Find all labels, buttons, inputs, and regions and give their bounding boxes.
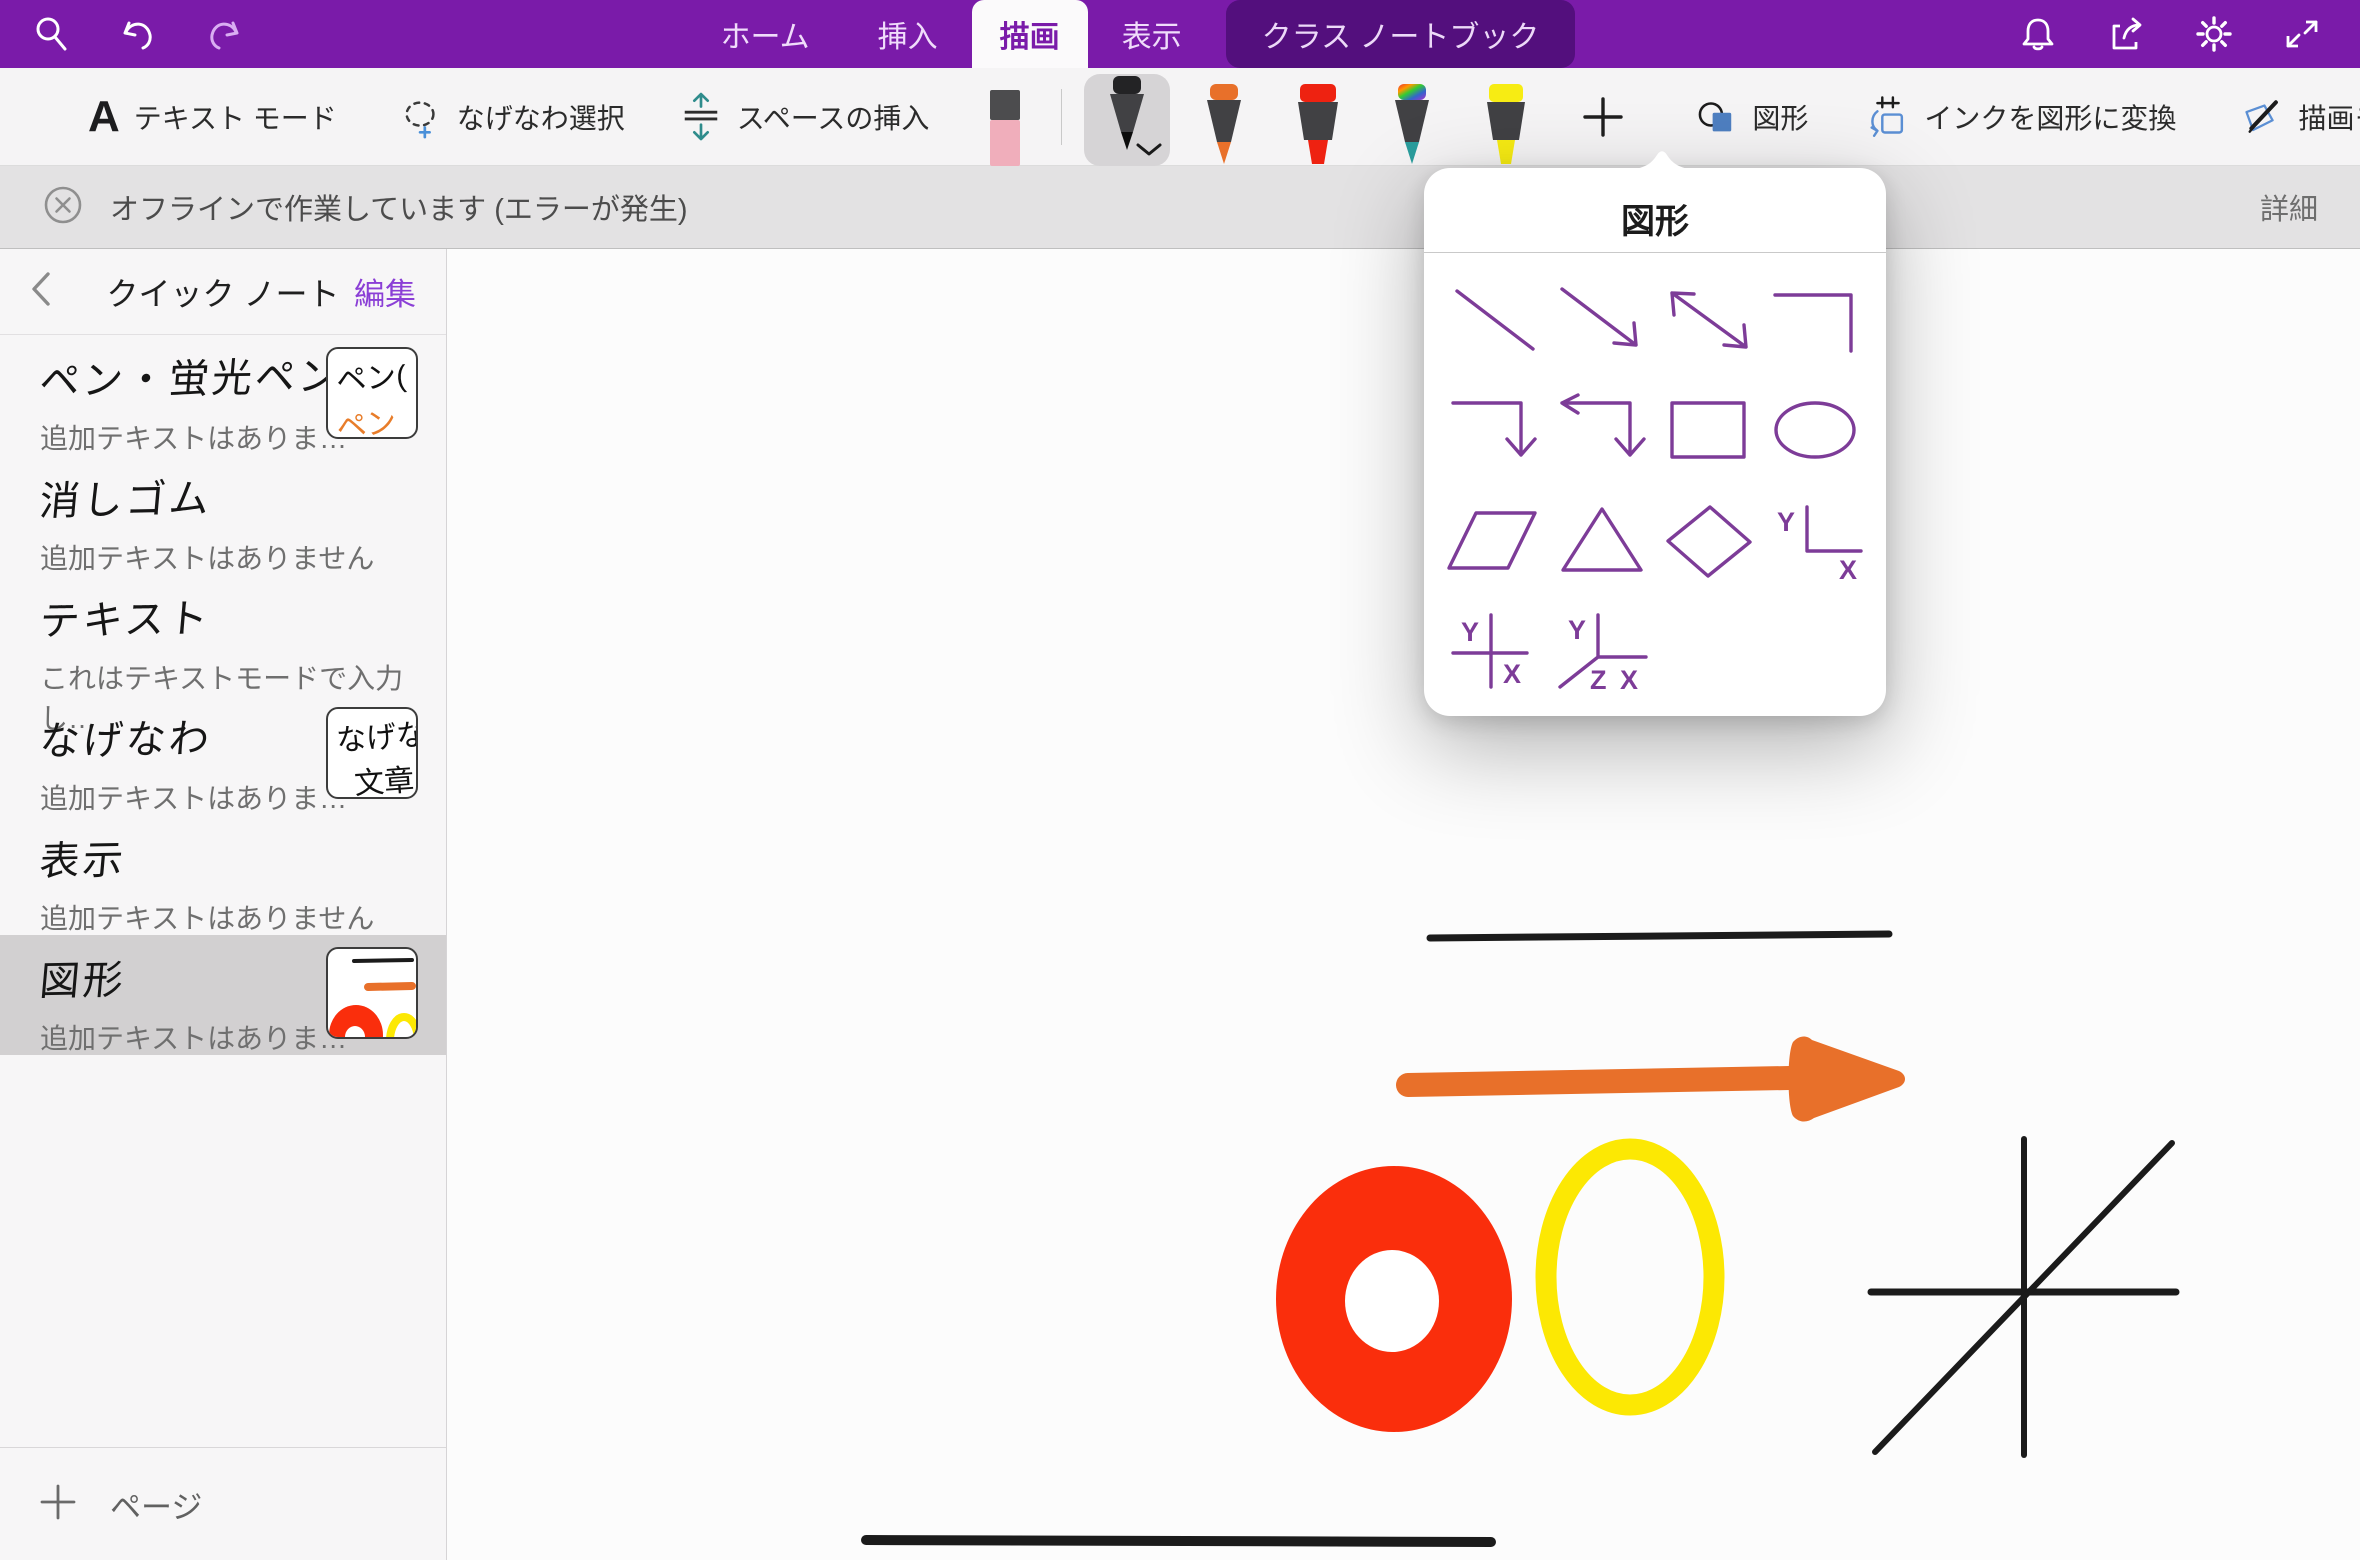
- shapes-label: 図形: [1752, 97, 1808, 137]
- page-thumbnail: ペン( ペン: [326, 347, 418, 439]
- tab-home[interactable]: ホーム: [687, 0, 844, 68]
- svg-text:Y: Y: [1461, 617, 1479, 647]
- insert-space-label: スペースの挿入: [737, 97, 930, 137]
- notifications-bell-icon[interactable]: [2016, 12, 2060, 56]
- text-mode-a-icon: A: [88, 95, 120, 139]
- shape-arrow-double-diagonal[interactable]: [1655, 266, 1762, 376]
- offline-details-button[interactable]: 詳細: [2260, 186, 2318, 228]
- add-pen-button[interactable]: [1580, 94, 1626, 140]
- lasso-label: なげなわ選択: [457, 97, 625, 137]
- offline-message: オフラインで作業しています (エラーが発生): [110, 186, 688, 228]
- shape-corner-left-down-arrow[interactable]: [1549, 376, 1656, 486]
- rainbow-pen-tool[interactable]: [1388, 80, 1436, 166]
- page-thumbnail: なげな 文章を: [326, 707, 418, 799]
- shape-axes-yx-corner[interactable]: YX: [1762, 486, 1869, 596]
- shapes-popup: 図形: [1424, 168, 1886, 716]
- page-item-view[interactable]: 表示 追加テキストはありません: [0, 815, 446, 935]
- shape-arrow-diagonal[interactable]: [1549, 266, 1656, 376]
- page-item-eraser[interactable]: 消しゴム 追加テキストはありません: [0, 455, 446, 575]
- shape-corner-down-arrow[interactable]: [1442, 376, 1549, 486]
- ink-strokes: [447, 249, 2360, 1561]
- popup-title: 図形: [1424, 168, 1886, 243]
- svg-text:X: X: [1839, 555, 1857, 581]
- shape-grid: YX YX YZX: [1442, 266, 1868, 706]
- ink-black-line-top: [1430, 934, 1889, 938]
- ink-orange-arrow: [1408, 1036, 1905, 1121]
- insert-space-button[interactable]: スペースの挿入: [679, 95, 930, 139]
- page-list-sidebar: クイック ノート 編集 ペン・蛍光ペン 追加テキストはありま… ペン( ペン 消…: [0, 249, 447, 1560]
- shape-corner-right-down[interactable]: [1762, 266, 1869, 376]
- ink-crossed-axes: [1871, 1139, 2176, 1455]
- pen-divider: [1061, 89, 1062, 145]
- orange-pen-tool[interactable]: [1200, 80, 1248, 166]
- page-item-pen[interactable]: ペン・蛍光ペン 追加テキストはありま… ペン( ペン: [0, 335, 446, 455]
- page-thumbnail: [326, 947, 418, 1039]
- tab-class-notebook[interactable]: クラス ノートブック: [1226, 0, 1576, 68]
- add-page-button[interactable]: ページ: [0, 1447, 446, 1560]
- add-page-label: ページ: [110, 1482, 202, 1527]
- fullscreen-expand-icon[interactable]: [2280, 12, 2324, 56]
- plus-icon: [40, 1484, 76, 1525]
- page-item-lasso[interactable]: なげなわ 追加テキストはありま… なげな 文章を: [0, 695, 446, 815]
- page-list: ペン・蛍光ペン 追加テキストはありま… ペン( ペン 消しゴム 追加テキストはあ…: [0, 335, 446, 1447]
- top-app-bar: ホーム 挿入 描画 表示 クラス ノートブック: [0, 0, 2360, 68]
- popup-callout-notch: [1630, 147, 1694, 169]
- ink-to-shape-icon: [1866, 95, 1910, 139]
- lasso-select-button[interactable]: なげなわ選択: [399, 95, 625, 139]
- text-mode-label: テキスト モード: [134, 97, 337, 137]
- tab-view[interactable]: 表示: [1088, 0, 1216, 68]
- shape-ellipse[interactable]: [1762, 376, 1869, 486]
- shape-triangle[interactable]: [1549, 486, 1656, 596]
- ink-black-line-bottom: [866, 1540, 1491, 1542]
- draw-mode-button[interactable]: 描画モード: [2240, 95, 2360, 139]
- draw-mode-icon: [2240, 95, 2284, 139]
- lasso-icon: [399, 95, 443, 139]
- shape-diamond[interactable]: [1655, 486, 1762, 596]
- shape-axes-xy-cross[interactable]: YX: [1442, 596, 1549, 706]
- shapes-icon: [1694, 95, 1738, 139]
- svg-text:X: X: [1620, 665, 1638, 691]
- draw-mode-label: 描画モード: [2298, 97, 2360, 137]
- shape-parallelogram[interactable]: [1442, 486, 1549, 596]
- black-pen-tool-selected[interactable]: [1084, 74, 1170, 166]
- draw-ribbon: A テキスト モード なげなわ選択 スペースの挿入: [0, 68, 2360, 166]
- share-icon[interactable]: [2104, 12, 2148, 56]
- shape-rectangle[interactable]: [1655, 376, 1762, 486]
- eraser-tool[interactable]: [985, 84, 1025, 166]
- popup-divider: [1424, 252, 1886, 253]
- svg-text:Z: Z: [1590, 665, 1607, 691]
- shape-line-diagonal[interactable]: [1442, 266, 1549, 376]
- tab-draw[interactable]: 描画: [972, 0, 1088, 68]
- shapes-button[interactable]: 図形: [1694, 95, 1808, 139]
- svg-text:Y: Y: [1568, 615, 1586, 645]
- redo-icon[interactable]: [202, 12, 246, 56]
- page-item-text[interactable]: テキスト これはテキストモードで入力し…: [0, 575, 446, 695]
- yellow-highlighter-tool[interactable]: [1480, 80, 1532, 166]
- tab-insert[interactable]: 挿入: [844, 0, 972, 68]
- text-mode-button[interactable]: A テキスト モード: [88, 95, 337, 139]
- page-item-shapes-selected[interactable]: 図形 追加テキストはありま…: [0, 935, 446, 1055]
- search-icon[interactable]: [30, 12, 74, 56]
- undo-icon[interactable]: [116, 12, 160, 56]
- pen-options-chevron-down-icon[interactable]: [1136, 143, 1162, 162]
- offline-banner: オフラインで作業しています (エラーが発生) 詳細: [0, 166, 2360, 249]
- shape-axes-xyz-3d[interactable]: YZX: [1549, 596, 1656, 706]
- drawing-canvas[interactable]: [447, 249, 2360, 1560]
- red-marker-tool[interactable]: [1292, 80, 1344, 166]
- ink-to-shape-button[interactable]: インクを図形に変換: [1866, 95, 2176, 139]
- pen-tray: [929, 68, 1626, 166]
- edit-button[interactable]: 編集: [354, 269, 416, 314]
- insert-space-icon: [679, 95, 723, 139]
- settings-gear-icon[interactable]: [2192, 12, 2236, 56]
- ink-yellow-ellipse: [1546, 1149, 1714, 1405]
- svg-text:Y: Y: [1777, 507, 1795, 537]
- ink-red-donut: [1276, 1166, 1512, 1432]
- offline-error-icon: [42, 184, 84, 231]
- sidebar-header: クイック ノート 編集: [0, 249, 446, 335]
- ink-to-shape-label: インクを図形に変換: [1924, 97, 2176, 137]
- svg-text:X: X: [1503, 659, 1521, 689]
- ribbon-tabs: ホーム 挿入 描画 表示 クラス ノートブック: [687, 0, 1576, 68]
